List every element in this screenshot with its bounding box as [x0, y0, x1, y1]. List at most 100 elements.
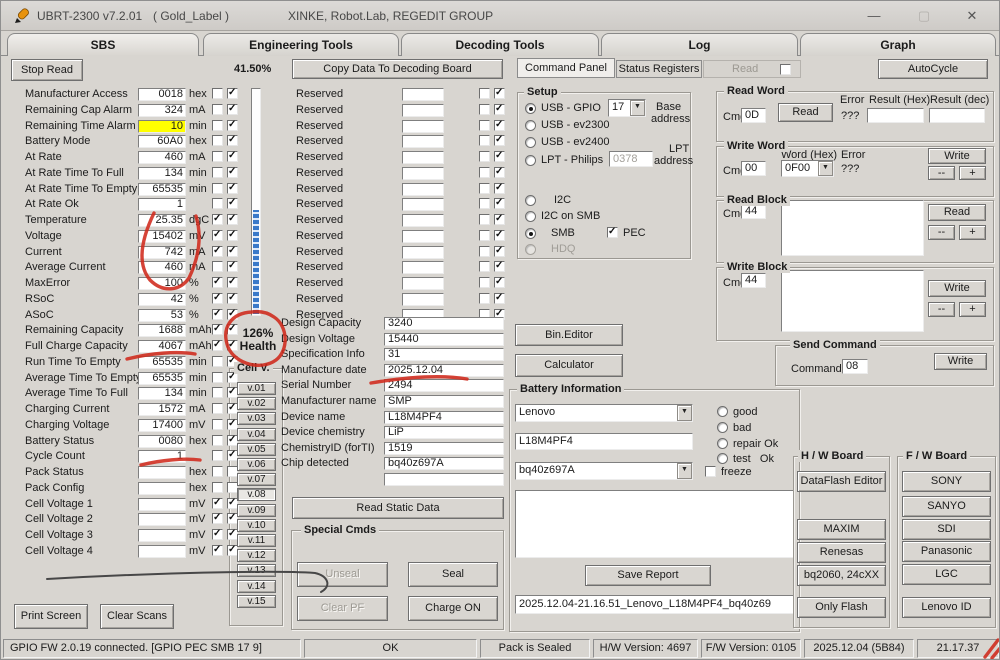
param-value-field[interactable]	[138, 481, 186, 495]
fw-board-button[interactable]: SDI	[902, 519, 991, 540]
param-log-checkbox[interactable]	[212, 213, 223, 225]
smb-radio[interactable]	[525, 228, 536, 239]
cellv-button[interactable]: v.04	[237, 427, 276, 441]
static-field-value[interactable]: 3240	[384, 317, 504, 330]
param-read-checkbox[interactable]	[227, 197, 238, 210]
unseal-button[interactable]: Unseal	[297, 562, 388, 587]
param-value-field[interactable]: 25.35	[138, 214, 186, 227]
battery-chip-select[interactable]: bq40z697A	[515, 462, 693, 480]
param-log-checkbox[interactable]	[212, 481, 223, 493]
pec-checkbox[interactable]	[607, 226, 618, 238]
reserved-log-checkbox[interactable]	[479, 88, 490, 99]
reserved-value-field[interactable]	[402, 198, 444, 212]
reserved-log-checkbox[interactable]	[479, 292, 490, 304]
reserved-read-checkbox[interactable]	[494, 119, 505, 131]
param-log-checkbox[interactable]	[212, 544, 223, 556]
hw-board-button[interactable]: bq2060, 24cXX	[797, 565, 886, 586]
subtab-command-panel[interactable]: Command Panel	[517, 58, 615, 78]
minimize-icon[interactable]: —	[861, 4, 887, 27]
write-word-minus-button[interactable]: --	[928, 166, 955, 180]
hw-board-button[interactable]: Only Flash	[797, 597, 886, 618]
tab-sbs[interactable]: SBS	[7, 33, 199, 56]
param-log-checkbox[interactable]	[212, 261, 223, 273]
tab-log[interactable]: Log	[601, 33, 798, 56]
param-read-checkbox[interactable]	[227, 213, 238, 225]
reserved-value-field[interactable]	[402, 135, 444, 149]
param-value-field[interactable]: 1688	[138, 324, 186, 338]
hw-board-button[interactable]: DataFlash Editor	[797, 471, 886, 492]
tab-decoding-tools[interactable]: Decoding Tools	[401, 33, 599, 56]
param-log-checkbox[interactable]	[212, 323, 223, 336]
param-log-checkbox[interactable]	[212, 198, 223, 210]
cellv-button[interactable]: v.12	[237, 549, 276, 563]
reserved-value-field[interactable]	[402, 229, 444, 243]
param-read-checkbox[interactable]	[227, 229, 238, 241]
read-block-minus-button[interactable]: --	[928, 225, 955, 240]
stop-read-button[interactable]: Stop Read	[11, 59, 83, 81]
param-value-field[interactable]: 134	[138, 387, 186, 401]
reserved-log-checkbox[interactable]	[479, 103, 490, 115]
read-block-plus-button[interactable]: +	[959, 225, 986, 240]
param-read-checkbox[interactable]	[227, 276, 238, 288]
reserved-value-field[interactable]	[402, 245, 444, 259]
cellv-button[interactable]: v.02	[237, 397, 276, 411]
reserved-read-checkbox[interactable]	[494, 276, 505, 288]
hw-board-button[interactable]: Renesas	[797, 542, 886, 563]
send-command-field[interactable]: 08	[842, 359, 868, 374]
cellv-button[interactable]: v.11	[237, 534, 276, 547]
fw-board-button[interactable]: Panasonic	[902, 541, 991, 562]
param-value-field[interactable]: 100	[138, 277, 186, 290]
cellv-button[interactable]: v.08	[237, 488, 276, 502]
tab-graph[interactable]: Graph	[800, 33, 996, 56]
reserved-read-checkbox[interactable]	[494, 245, 505, 257]
static-field-value[interactable]: SMP	[384, 395, 504, 408]
chevron-down-icon[interactable]	[630, 100, 645, 116]
read-block-cmd-field[interactable]: 44	[741, 204, 766, 219]
param-value-field[interactable]	[138, 497, 186, 511]
fw-board-button[interactable]: LGC	[902, 564, 991, 585]
read-word-cmd-field[interactable]: 0D	[741, 108, 766, 123]
static-field-value[interactable]: 1519	[384, 441, 504, 455]
reserved-value-field[interactable]	[402, 182, 444, 196]
param-log-checkbox[interactable]	[212, 182, 223, 194]
param-read-checkbox[interactable]	[227, 245, 238, 257]
param-value-field[interactable]: 17400	[138, 418, 186, 432]
battery-brand-select[interactable]: Lenovo	[515, 404, 693, 422]
reserved-read-checkbox[interactable]	[494, 229, 505, 241]
reserved-value-field[interactable]	[402, 103, 444, 117]
fw-board-button[interactable]: SANYO	[902, 496, 991, 517]
fw-board-button[interactable]: Lenovo ID	[902, 597, 991, 618]
param-value-field[interactable]	[138, 466, 186, 479]
battery-condition-radio[interactable]	[717, 453, 728, 464]
reserved-read-checkbox[interactable]	[494, 166, 505, 178]
reserved-log-checkbox[interactable]	[479, 182, 490, 194]
base-address-select[interactable]: 17	[608, 99, 646, 117]
param-log-checkbox[interactable]	[212, 229, 223, 241]
write-block-cmd-field[interactable]: 44	[741, 273, 766, 288]
close-icon[interactable]: ✕	[959, 4, 985, 27]
tab-engineering-tools[interactable]: Engineering Tools	[203, 33, 399, 56]
battery-condition-radio[interactable]	[717, 422, 728, 433]
hw-board-button[interactable]: MAXIM	[797, 519, 886, 540]
param-read-checkbox[interactable]	[227, 260, 238, 273]
reserved-read-checkbox[interactable]	[494, 150, 505, 162]
lpt-philips-radio[interactable]	[525, 155, 536, 166]
param-log-checkbox[interactable]	[212, 276, 223, 288]
freeze-checkbox[interactable]	[705, 466, 716, 477]
reserved-read-checkbox[interactable]	[494, 134, 505, 147]
cellv-button[interactable]: v.09	[237, 503, 276, 517]
write-block-minus-button[interactable]: --	[928, 302, 955, 317]
reserved-log-checkbox[interactable]	[479, 119, 490, 131]
save-report-button[interactable]: Save Report	[585, 565, 711, 586]
battery-condition-radio[interactable]	[717, 406, 728, 417]
reserved-log-checkbox[interactable]	[479, 166, 490, 178]
write-block-plus-button[interactable]: +	[959, 302, 986, 317]
hdq-radio[interactable]	[525, 244, 536, 255]
static-field-value[interactable]: LiP	[384, 426, 504, 440]
param-value-field[interactable]: 460	[138, 261, 186, 275]
result-dec-field[interactable]	[929, 108, 985, 123]
cellv-button[interactable]: v.01	[237, 382, 276, 395]
cellv-button[interactable]: v.06	[237, 458, 276, 471]
param-read-checkbox[interactable]	[227, 103, 238, 115]
param-log-checkbox[interactable]	[212, 371, 223, 383]
